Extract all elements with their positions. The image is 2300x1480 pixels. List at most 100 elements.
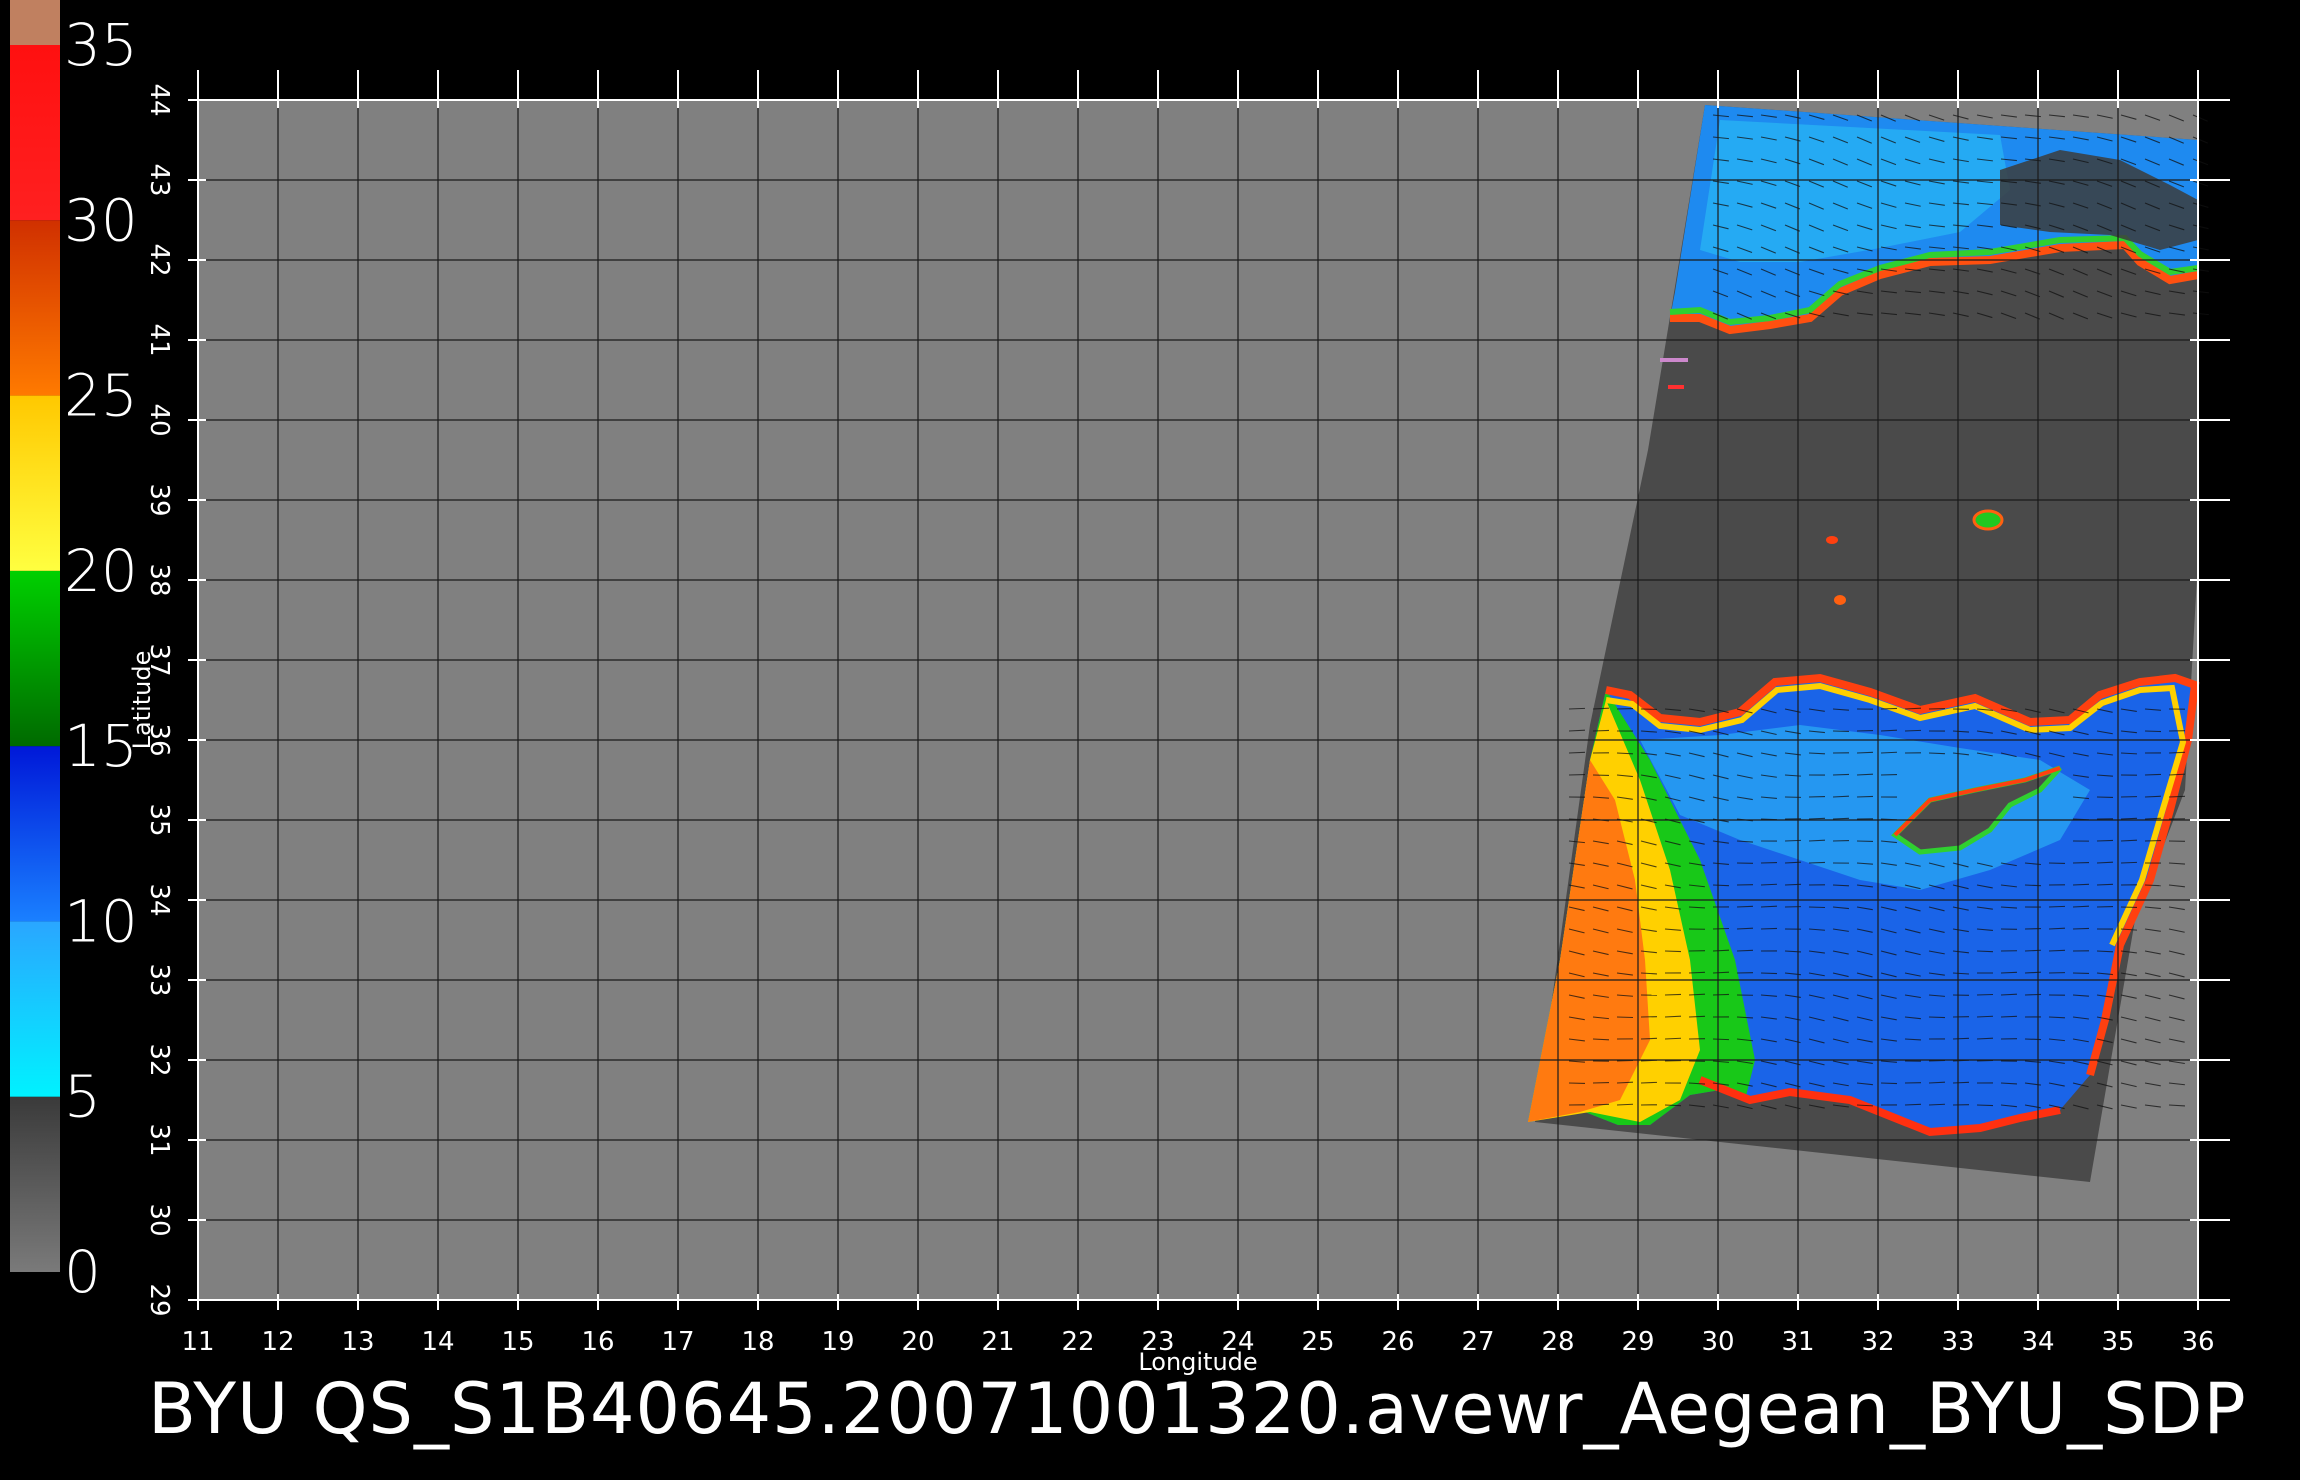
wind-barb [1712, 927, 1730, 930]
wind-barb [2144, 795, 2162, 798]
wind-barb [1808, 817, 1826, 820]
wind-barb [1616, 752, 1634, 755]
wind-barb [1568, 707, 1586, 710]
wind-barb [1688, 971, 1706, 974]
x-tick-label: 14 [421, 1327, 454, 1357]
y-tick-label: 30 [144, 1203, 174, 1236]
colorbar-segment [10, 746, 60, 922]
wind-barb [2120, 817, 2138, 820]
wind-barb [2120, 861, 2138, 864]
wind-barb [1616, 1081, 1634, 1084]
map-figure: 05101520253035 11 12 13 14 15 16 17 18 1… [10, 0, 2247, 1450]
wind-barb [1640, 1081, 1658, 1084]
x-tick-label: 29 [1621, 1327, 1654, 1357]
wind-barb [2144, 817, 2162, 820]
wind-barb [1952, 1081, 1970, 1084]
x-tick-label: 15 [501, 1327, 534, 1357]
x-tick-label: 19 [821, 1327, 854, 1357]
y-tick-label: 39 [144, 483, 174, 516]
colorbar-segment [10, 45, 60, 221]
x-tick-label: 17 [661, 1327, 694, 1357]
wind-barb [2048, 949, 2066, 952]
y-tick-label: 31 [144, 1123, 174, 1156]
wind-barb [1712, 971, 1730, 974]
y-tick-label: 33 [144, 963, 174, 996]
wind-barb [1592, 1103, 1610, 1106]
y-tick-label: 29 [144, 1283, 174, 1316]
island-marker-2 [1826, 536, 1838, 544]
wind-barb [1664, 1015, 1682, 1018]
wind-barb [1688, 1015, 1706, 1018]
wind-barb [1880, 707, 1898, 710]
x-tick-label: 16 [581, 1327, 614, 1357]
colorbar-segment [10, 1096, 60, 1272]
wind-barb [1928, 1103, 1946, 1106]
x-tick-label: 13 [341, 1327, 374, 1357]
wind-barb [1952, 1037, 1970, 1040]
y-tick-label: 34 [144, 883, 174, 916]
wind-barb [1856, 751, 1874, 754]
wind-barb [1976, 1104, 1994, 1107]
colorbar-segment [10, 921, 60, 1097]
y-tick-label: 35 [144, 803, 174, 836]
wind-barb [1976, 950, 1994, 953]
figure-filename-title: BYU QS_S1B40645.20071001320.avewr_Aegean… [148, 1368, 2247, 1450]
colorbar-label: 10 [64, 887, 138, 955]
wind-barb [1880, 729, 1898, 732]
island-marker-5 [1668, 385, 1684, 389]
x-tick-label: 22 [1061, 1327, 1094, 1357]
wind-barb [1928, 752, 1946, 755]
wind-barb [1712, 1038, 1730, 1041]
wind-barb [1664, 1037, 1682, 1040]
y-tick-label: 40 [144, 403, 174, 436]
y-tick-label: 38 [144, 563, 174, 596]
wind-barb [1760, 905, 1778, 908]
wind-barb [1640, 1037, 1658, 1040]
x-tick-label: 26 [1381, 1327, 1414, 1357]
wind-barb [1760, 927, 1778, 930]
x-tick-label: 12 [261, 1327, 294, 1357]
colorbar-label: 20 [64, 537, 138, 605]
wind-barb [1760, 972, 1778, 975]
wind-barb [1928, 1081, 1946, 1084]
wind-barb [1976, 1037, 1994, 1040]
wind-barb [1712, 993, 1730, 996]
wind-barb [2144, 730, 2162, 733]
wind-barb [2000, 971, 2018, 974]
wind-barb [2168, 795, 2186, 798]
colorbar-label: 5 [64, 1063, 101, 1131]
wind-barb [1856, 795, 1874, 798]
colorbar-segment [10, 395, 60, 571]
colorbar-label: 35 [64, 11, 138, 79]
wind-barb [1880, 1082, 1898, 1085]
island-marker-4 [1660, 358, 1688, 362]
wind-barb [1736, 905, 1754, 908]
wind-barb [1760, 883, 1778, 886]
wind-barb [1808, 752, 1826, 755]
wind-barb [1928, 1016, 1946, 1019]
x-tick-label: 18 [741, 1327, 774, 1357]
x-tick-label: 32 [1861, 1327, 1894, 1357]
x-tick-label: 33 [1941, 1327, 1974, 1357]
wind-barb [2144, 884, 2162, 887]
colorbar-cap [10, 0, 60, 45]
wind-barb [1880, 751, 1898, 754]
x-tick-label: 27 [1461, 1327, 1494, 1357]
x-tick-label: 36 [2181, 1327, 2214, 1357]
wind-barb [2048, 905, 2066, 908]
wind-barb [1664, 950, 1682, 953]
wind-barb [1616, 1103, 1634, 1106]
x-tick-label: 28 [1541, 1327, 1574, 1357]
wind-barb [2072, 927, 2090, 930]
y-tick-label: 44 [144, 83, 174, 116]
x-tick-label: 25 [1301, 1327, 1334, 1357]
wind-barb [1904, 1103, 1922, 1106]
colorbar-label: 15 [64, 712, 138, 780]
x-tick-label: 20 [901, 1327, 934, 1357]
wind-barb [1736, 949, 1754, 952]
wind-barb [1808, 861, 1826, 864]
y-tick-label: 41 [144, 323, 174, 356]
wind-barb [1832, 817, 1850, 820]
x-tick-label: 30 [1701, 1327, 1734, 1357]
y-tick-label: 43 [144, 163, 174, 196]
